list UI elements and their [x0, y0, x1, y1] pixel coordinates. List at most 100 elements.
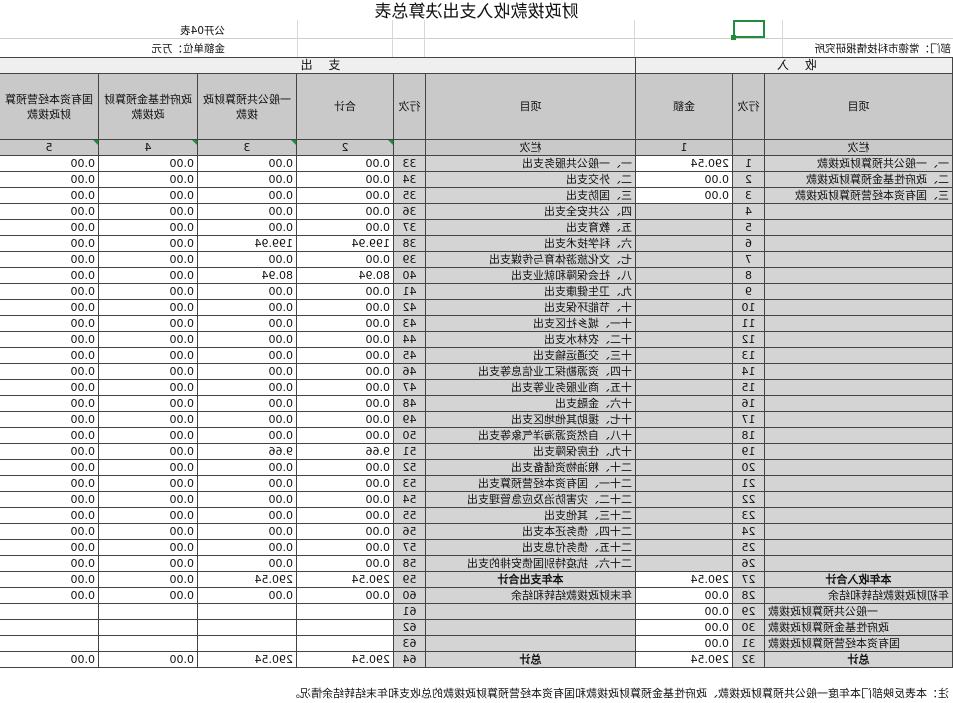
expense-row-cell[interactable]: 33 [393, 155, 426, 172]
general-amount-cell[interactable]: 80.94 [197, 267, 297, 284]
gov-fund-amount-cell[interactable] [98, 619, 198, 636]
income-amount-cell[interactable] [635, 299, 733, 316]
income-item-cell[interactable]: 一、一般公共预算财政拨款 [764, 155, 953, 172]
expense-item-cell[interactable]: 十八、自然资源海洋气象等支出 [425, 427, 636, 444]
general-amount-cell[interactable]: 290.54 [197, 651, 297, 668]
expense-item-cell[interactable]: 十五、商业服务业等支出 [425, 379, 636, 396]
gov-fund-amount-cell[interactable]: 0.00 [98, 187, 198, 204]
state-capital-amount-cell[interactable]: 0.00 [0, 571, 99, 588]
expense-item-cell[interactable]: 八、社会保障和就业支出 [425, 267, 636, 284]
income-row-cell[interactable]: 14 [732, 363, 765, 380]
state-capital-amount-cell[interactable]: 0.00 [0, 539, 99, 556]
income-amount-cell[interactable] [635, 331, 733, 348]
income-row-cell[interactable]: 12 [732, 331, 765, 348]
expense-item-cell[interactable]: 九、卫生健康支出 [425, 283, 636, 300]
expense-item-cell[interactable]: 四、公共安全支出 [425, 203, 636, 220]
gov-fund-amount-cell[interactable]: 0.00 [98, 315, 198, 332]
gov-fund-amount-cell[interactable]: 0.00 [98, 235, 198, 252]
gov-fund-amount-cell[interactable]: 0.00 [98, 219, 198, 236]
gov-fund-amount-cell[interactable]: 0.00 [98, 171, 198, 188]
total-amount-cell[interactable]: 0.00 [296, 539, 394, 556]
expense-row-cell[interactable]: 48 [393, 395, 426, 412]
income-row-cell[interactable]: 5 [732, 219, 765, 236]
expense-row-cell[interactable]: 59 [393, 571, 426, 588]
state-capital-amount-cell[interactable]: 0.00 [0, 315, 99, 332]
income-item-cell[interactable] [764, 507, 953, 524]
income-amount-cell[interactable]: 290.54 [635, 155, 733, 172]
state-capital-amount-cell[interactable]: 0.00 [0, 251, 99, 268]
income-item-cell[interactable] [764, 267, 953, 284]
income-item-cell[interactable] [764, 235, 953, 252]
income-row-cell[interactable]: 25 [732, 539, 765, 556]
state-capital-amount-cell[interactable]: 0.00 [0, 491, 99, 508]
expense-item-cell[interactable]: 二十六、抗疫特别国债安排的支出 [425, 555, 636, 572]
general-amount-cell[interactable]: 0.00 [197, 427, 297, 444]
income-row-cell[interactable]: 17 [732, 411, 765, 428]
gov-fund-amount-cell[interactable] [98, 603, 198, 620]
income-row-cell[interactable]: 26 [732, 555, 765, 572]
expense-row-cell[interactable]: 49 [393, 411, 426, 428]
expense-row-cell[interactable]: 44 [393, 331, 426, 348]
expense-row-cell[interactable]: 46 [393, 363, 426, 380]
expense-item-cell[interactable]: 总计 [425, 651, 636, 668]
total-amount-cell[interactable]: 0.00 [296, 491, 394, 508]
total-amount-cell[interactable] [296, 635, 394, 652]
total-amount-cell[interactable]: 0.00 [296, 155, 394, 172]
income-row-cell[interactable]: 3 [732, 187, 765, 204]
gov-fund-amount-cell[interactable]: 0.00 [98, 331, 198, 348]
income-amount-cell[interactable] [635, 555, 733, 572]
expense-item-cell[interactable] [425, 619, 636, 636]
income-item-cell[interactable] [764, 523, 953, 540]
expense-row-cell[interactable]: 61 [393, 603, 426, 620]
income-amount-cell[interactable]: 0.00 [635, 635, 733, 652]
expense-row-cell[interactable]: 37 [393, 219, 426, 236]
income-item-cell[interactable] [764, 395, 953, 412]
expense-item-cell[interactable]: 二十五、债务付息支出 [425, 539, 636, 556]
income-amount-cell[interactable] [635, 459, 733, 476]
general-amount-cell[interactable]: 0.00 [197, 347, 297, 364]
general-amount-cell[interactable]: 0.00 [197, 395, 297, 412]
general-amount-cell[interactable]: 290.54 [197, 571, 297, 588]
state-capital-amount-cell[interactable]: 0.00 [0, 155, 99, 172]
total-amount-cell[interactable]: 0.00 [296, 187, 394, 204]
state-capital-amount-cell[interactable]: 0.00 [0, 203, 99, 220]
state-capital-amount-cell[interactable]: 0.00 [0, 443, 99, 460]
gov-fund-amount-cell[interactable]: 0.00 [98, 283, 198, 300]
general-amount-cell[interactable]: 0.00 [197, 219, 297, 236]
general-amount-cell[interactable]: 0.00 [197, 523, 297, 540]
gov-fund-amount-cell[interactable]: 0.00 [98, 523, 198, 540]
expense-item-cell[interactable]: 十六、金融支出 [425, 395, 636, 412]
gov-fund-amount-cell[interactable]: 0.00 [98, 411, 198, 428]
expense-item-cell[interactable] [425, 603, 636, 620]
income-row-cell[interactable]: 2 [732, 171, 765, 188]
expense-row-cell[interactable]: 57 [393, 539, 426, 556]
total-amount-cell[interactable]: 0.00 [296, 411, 394, 428]
income-amount-cell[interactable] [635, 395, 733, 412]
total-amount-cell[interactable]: 0.00 [296, 507, 394, 524]
income-row-cell[interactable]: 28 [732, 587, 765, 604]
income-row-cell[interactable]: 18 [732, 427, 765, 444]
expense-row-cell[interactable]: 47 [393, 379, 426, 396]
expense-row-cell[interactable]: 45 [393, 347, 426, 364]
income-row-cell[interactable]: 20 [732, 459, 765, 476]
state-capital-amount-cell[interactable]: 0.00 [0, 347, 99, 364]
income-row-cell[interactable]: 6 [732, 235, 765, 252]
income-item-cell[interactable] [764, 491, 953, 508]
gov-fund-amount-cell[interactable]: 0.00 [98, 651, 198, 668]
general-amount-cell[interactable]: 0.00 [197, 491, 297, 508]
expense-item-cell[interactable]: 二十三、其他支出 [425, 507, 636, 524]
income-item-cell[interactable] [764, 203, 953, 220]
total-amount-cell[interactable]: 80.94 [296, 267, 394, 284]
state-capital-amount-cell[interactable]: 0.00 [0, 395, 99, 412]
total-amount-cell[interactable]: 9.66 [296, 443, 394, 460]
expense-row-cell[interactable]: 50 [393, 427, 426, 444]
expense-row-cell[interactable]: 62 [393, 619, 426, 636]
income-item-cell[interactable] [764, 283, 953, 300]
general-amount-cell[interactable]: 0.00 [197, 507, 297, 524]
general-amount-cell[interactable]: 0.00 [197, 475, 297, 492]
total-amount-cell[interactable]: 0.00 [296, 283, 394, 300]
income-item-cell[interactable]: 总计 [764, 651, 953, 668]
expense-row-cell[interactable]: 55 [393, 507, 426, 524]
gov-fund-amount-cell[interactable]: 0.00 [98, 363, 198, 380]
total-amount-cell[interactable]: 0.00 [296, 459, 394, 476]
